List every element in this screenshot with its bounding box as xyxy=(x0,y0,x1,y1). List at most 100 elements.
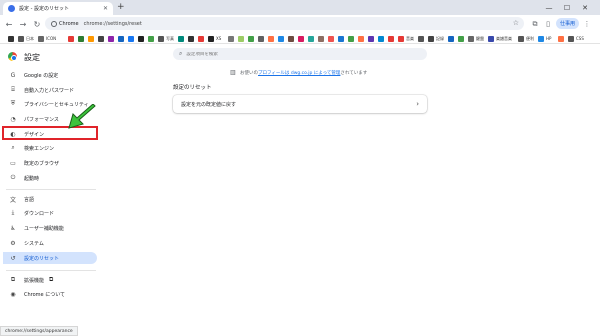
bookmark-item[interactable]: 日本 xyxy=(18,35,34,42)
sidebar-item[interactable]: ♿ ユーザー補助機能 xyxy=(3,222,97,234)
restore-defaults-row[interactable]: 設定を元の既定値に戻す › xyxy=(173,95,427,113)
tab-strip: 設定 - 設定のリセット ✕ + — ☐ ✕ xyxy=(0,0,600,15)
chrome-logo-icon xyxy=(8,52,17,61)
bookmark-label: 音楽 xyxy=(406,35,414,41)
sidebar-item-label: 言語 xyxy=(24,196,35,203)
bookmark-item[interactable] xyxy=(268,35,276,42)
search-input[interactable] xyxy=(186,51,407,57)
bookmark-item[interactable] xyxy=(378,35,386,42)
bookmark-item[interactable] xyxy=(198,35,206,42)
bookmark-item[interactable] xyxy=(318,35,326,42)
bookmark-item[interactable]: HP xyxy=(538,35,551,42)
bookmark-item[interactable] xyxy=(328,35,336,42)
bookmark-label: HP xyxy=(546,36,552,41)
tab-settings[interactable]: 設定 - 設定のリセット ✕ xyxy=(3,2,113,15)
bookmark-item[interactable] xyxy=(98,35,106,42)
bookmark-item[interactable] xyxy=(188,35,196,42)
bookmark-item[interactable] xyxy=(558,35,566,42)
managed-profile-link[interactable]: プロフィールは dwg.co.jp によって管理 xyxy=(258,70,340,76)
bookmark-item[interactable] xyxy=(458,35,466,42)
bookmark-item[interactable] xyxy=(118,35,126,42)
bookmark-item[interactable] xyxy=(178,35,186,42)
bookmark-item[interactable] xyxy=(368,35,376,42)
bookmark-favicon-icon xyxy=(8,35,14,42)
bookmark-favicon-icon xyxy=(338,35,344,42)
close-window-button[interactable]: ✕ xyxy=(576,4,594,12)
bookmark-favicon-icon xyxy=(398,35,404,42)
bookmark-item[interactable] xyxy=(8,35,16,42)
bookmark-favicon-icon xyxy=(488,35,494,42)
bookmark-item[interactable]: 記録 xyxy=(428,35,444,42)
sidebar-item[interactable]: ⤓ ダウンロード xyxy=(3,207,97,219)
bookmark-item[interactable] xyxy=(338,35,346,42)
bookmark-item[interactable] xyxy=(138,35,146,42)
sidebar-item[interactable]: ▭ 既定のブラウザ xyxy=(3,157,97,169)
bookmark-item[interactable] xyxy=(298,35,306,42)
bookmark-item[interactable] xyxy=(108,35,116,42)
bookmark-item[interactable] xyxy=(388,35,396,42)
sidebar-item-label: システム xyxy=(24,240,44,247)
bookmark-star-icon[interactable]: ☆ xyxy=(513,19,519,27)
bookmark-item[interactable] xyxy=(288,35,296,42)
bookmark-item[interactable] xyxy=(228,35,236,42)
bookmark-item[interactable]: 楽譜音楽 xyxy=(488,35,512,42)
menu-icon[interactable]: ⋮ xyxy=(582,19,592,29)
sidepanel-icon[interactable]: ▯ xyxy=(543,19,553,29)
bookmark-label: CSS xyxy=(576,36,584,41)
bookmark-favicon-icon xyxy=(458,35,464,42)
sidebar-item-label: ユーザー補助機能 xyxy=(24,225,64,232)
extensions-icon[interactable]: ⧉ xyxy=(530,19,540,29)
close-tab-icon[interactable]: ✕ xyxy=(103,5,108,12)
sidebar-item[interactable]: ⌸ 自動入力とパスワード xyxy=(3,84,97,96)
bookmark-item[interactable] xyxy=(148,35,156,42)
notice-suffix: されています xyxy=(340,70,368,76)
bookmark-item[interactable]: ICON xyxy=(38,35,56,42)
bookmark-favicon-icon xyxy=(88,35,94,42)
reload-icon[interactable]: ↻ xyxy=(30,20,44,29)
bookmark-favicon-icon xyxy=(308,35,314,42)
settings-search[interactable]: ⌕ xyxy=(173,48,427,60)
maximize-button[interactable]: ☐ xyxy=(558,4,576,12)
bookmark-item[interactable]: 便利 xyxy=(518,35,534,42)
sidebar-item[interactable]: G Google の設定 xyxy=(3,69,97,81)
sidebar-item[interactable]: ⚙ システム xyxy=(3,237,97,249)
bookmark-item[interactable] xyxy=(358,35,366,42)
sidebar-item[interactable]: ⧉ 拡張機能 ⧉ xyxy=(3,274,97,286)
bookmark-item[interactable] xyxy=(248,35,256,42)
window-controls: — ☐ ✕ xyxy=(540,0,594,15)
bookmark-item[interactable] xyxy=(448,35,456,42)
bookmark-favicon-icon xyxy=(558,35,564,42)
bookmark-item[interactable] xyxy=(308,35,316,42)
bookmark-item[interactable] xyxy=(88,35,96,42)
back-icon[interactable]: ← xyxy=(2,20,16,29)
bookmark-item[interactable]: CSS xyxy=(568,35,584,42)
new-tab-button[interactable]: + xyxy=(117,2,125,13)
bookmark-item[interactable] xyxy=(68,35,76,42)
tab-title: 設定 - 設定のリセット xyxy=(19,6,69,12)
bookmark-favicon-icon xyxy=(198,35,204,42)
minimize-button[interactable]: — xyxy=(540,4,558,12)
bookmark-label: 記録 xyxy=(436,35,444,41)
bookmark-item[interactable] xyxy=(128,35,136,42)
bookmark-item[interactable]: 写真 xyxy=(158,35,174,42)
sidebar-item[interactable]: ↺ 設定のリセット xyxy=(3,252,97,264)
bookmark-item[interactable] xyxy=(238,35,246,42)
sidebar-item[interactable]: ⌕ 検索エンジン xyxy=(3,142,97,154)
profile-button[interactable]: 仕事用 xyxy=(556,18,580,29)
sidebar-item[interactable]: ◉ Chrome について xyxy=(3,288,97,300)
address-bar[interactable]: Chrome chrome://settings/reset ☆ xyxy=(45,17,524,30)
bookmark-item[interactable] xyxy=(278,35,286,42)
bookmark-item[interactable]: 音楽 xyxy=(398,35,414,42)
bookmark-item[interactable] xyxy=(78,35,86,42)
site-chip[interactable]: Chrome xyxy=(51,20,79,27)
sidebar-item[interactable]: ⏻ 起動時 xyxy=(3,172,97,184)
bookmark-item[interactable]: XS xyxy=(208,35,221,42)
bookmark-item[interactable] xyxy=(348,35,356,42)
sidebar-item-label: 既定のブラウザ xyxy=(24,160,60,167)
forward-icon[interactable]: → xyxy=(16,20,30,29)
bookmark-item[interactable]: 鍵盤 xyxy=(468,35,484,42)
bookmark-item[interactable] xyxy=(258,35,266,42)
sidebar-item[interactable]: 文 言語 xyxy=(3,193,97,205)
bookmark-item[interactable] xyxy=(418,35,426,42)
site-chip-label: Chrome xyxy=(59,20,79,27)
